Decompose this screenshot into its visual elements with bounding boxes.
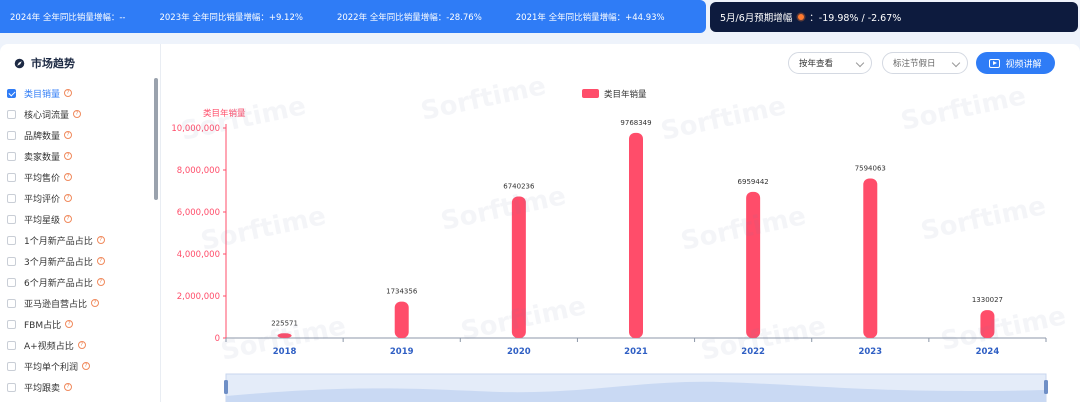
metric-checkbox[interactable] — [7, 172, 16, 182]
metric-checkbox[interactable] — [7, 214, 16, 224]
help-icon[interactable]: ? — [64, 131, 73, 139]
legend-label: 类目年销量 — [604, 89, 647, 100]
y-tick-label: 6,000,000 — [177, 208, 220, 218]
metric-item[interactable]: FBM占比? — [7, 317, 74, 331]
x-tick-label: 2023 — [858, 347, 882, 357]
panel-title: 市场趋势 — [14, 55, 75, 71]
x-tick-label: 2019 — [390, 347, 414, 357]
metric-checkbox[interactable] — [7, 193, 16, 203]
data-label: 6959442 — [738, 178, 769, 186]
metric-label: 品牌数量 — [24, 131, 61, 142]
metric-checkbox[interactable] — [7, 88, 16, 98]
metric-list: 类目销量? 核心词流量? 品牌数量? 卖家数量? 平均售价? 平均评价? 平均星级? 1个月新… — [0, 82, 160, 402]
metric-item[interactable]: 3个月新产品占比? — [7, 254, 105, 268]
metric-checkbox[interactable] — [7, 151, 16, 161]
metric-checkbox[interactable] — [7, 235, 16, 245]
metric-label: 平均评价 — [24, 194, 61, 205]
metric-item[interactable]: 核心词流量? — [7, 107, 82, 121]
metric-item[interactable]: 平均售价? — [7, 170, 73, 184]
metric-checkbox[interactable] — [7, 256, 16, 266]
metric-item[interactable]: 1个月新产品占比? — [7, 233, 105, 247]
y-tick-label: 8,000,000 — [177, 166, 220, 176]
metric-item[interactable]: 平均跟卖? — [7, 380, 73, 394]
x-tick-label: 2020 — [507, 347, 531, 357]
help-icon[interactable]: ? — [64, 194, 73, 202]
metric-checkbox[interactable] — [7, 130, 16, 140]
help-icon[interactable]: ? — [64, 152, 73, 160]
metric-checkbox[interactable] — [7, 277, 16, 287]
x-tick-label: 2021 — [624, 347, 648, 357]
market-trend-panel: 市场趋势 按年查看 标注节假日 视频讲解 类目销量? 核心词流量? 品牌数量? 卖家数… — [0, 44, 1080, 402]
metric-label: 1个月新产品占比 — [24, 236, 93, 247]
yoy-2023: 2023年 全年同比销量增幅：+9.12% — [159, 12, 303, 23]
metric-item[interactable]: 平均评价? — [7, 191, 73, 205]
metric-label: A+视频占比 — [24, 341, 74, 352]
metric-label: 平均售价 — [24, 173, 61, 184]
metric-item[interactable]: A+视频占比? — [7, 338, 86, 352]
forecast-label: 5月/6月预期增幅 — [720, 13, 793, 24]
metric-label: 类目销量 — [24, 89, 61, 100]
bar — [629, 132, 643, 338]
metric-item[interactable]: 品牌数量? — [7, 128, 73, 142]
y-tick-label: 2,000,000 — [177, 292, 220, 302]
help-icon[interactable]: ? — [77, 341, 86, 349]
metric-checkbox[interactable] — [7, 319, 16, 329]
data-label: 1330027 — [972, 296, 1003, 304]
help-icon[interactable]: ? — [82, 362, 91, 370]
compass-icon — [14, 58, 25, 68]
metric-item[interactable]: 平均单个利润? — [7, 359, 91, 373]
metric-label: 亚马逊自营占比 — [24, 299, 88, 310]
metric-item[interactable]: 卖家数量? — [7, 149, 73, 163]
metric-label: 平均单个利润 — [24, 362, 79, 373]
help-icon[interactable]: ? — [96, 278, 105, 286]
metric-checkbox[interactable] — [7, 340, 16, 350]
forecast-value: ：-19.98% / -2.67% — [809, 13, 902, 24]
yoy-growth-bar: 2024年 全年同比销量增幅：-- 2023年 全年同比销量增幅：+9.12% … — [0, 0, 706, 33]
metric-label: 6个月新产品占比 — [24, 278, 93, 289]
metric-checkbox[interactable] — [7, 109, 16, 119]
metric-checkbox[interactable] — [7, 361, 16, 371]
data-label: 9768349 — [620, 119, 651, 127]
sidebar-scrollbar[interactable] — [154, 78, 158, 200]
legend-swatch — [582, 89, 599, 98]
metric-item[interactable]: 亚马逊自营占比? — [7, 296, 100, 310]
yoy-2024: 2024年 全年同比销量增幅：-- — [10, 12, 126, 23]
alert-dot-icon — [798, 14, 805, 20]
chart-area: Sorftime Sorftime Sorftime Sorftime Sorftime… — [160, 44, 1080, 402]
metric-label: 卖家数量 — [24, 152, 61, 163]
metric-item[interactable]: 类目销量? — [7, 86, 73, 100]
data-label: 7594063 — [855, 165, 886, 173]
forecast-banner: 5月/6月预期增幅 ：-19.98% / -2.67% — [710, 2, 1078, 32]
zoom-handle-left[interactable] — [224, 380, 228, 394]
metric-label: 平均星级 — [24, 215, 61, 226]
zoom-handle-right[interactable] — [1044, 380, 1048, 394]
panel-title-text: 市场趋势 — [31, 57, 75, 70]
help-icon[interactable]: ? — [96, 236, 105, 244]
help-icon[interactable]: ? — [64, 89, 73, 97]
help-icon[interactable]: ? — [64, 173, 73, 181]
help-icon[interactable]: ? — [64, 215, 73, 223]
help-icon[interactable]: ? — [73, 110, 82, 118]
metric-label: FBM占比 — [24, 320, 62, 331]
yoy-2022: 2022年 全年同比销量增幅：-28.76% — [336, 12, 482, 23]
help-icon[interactable]: ? — [64, 383, 73, 391]
metric-label: 3个月新产品占比 — [24, 257, 93, 268]
help-icon[interactable]: ? — [96, 257, 105, 265]
bar — [394, 301, 409, 338]
help-icon[interactable]: ? — [65, 320, 74, 328]
bar — [863, 178, 878, 338]
help-icon[interactable]: ? — [91, 299, 100, 307]
metric-checkbox[interactable] — [7, 382, 16, 392]
metric-label: 平均跟卖 — [24, 383, 61, 394]
metric-item[interactable]: 6个月新产品占比? — [7, 275, 105, 289]
metric-checkbox[interactable] — [7, 298, 16, 308]
data-label: 1734356 — [386, 288, 418, 296]
metric-label: 核心词流量 — [24, 110, 70, 121]
yoy-2021: 2021年 全年同比销量增幅：+44.93% — [515, 12, 665, 23]
metric-item[interactable]: 平均星级? — [7, 212, 73, 226]
